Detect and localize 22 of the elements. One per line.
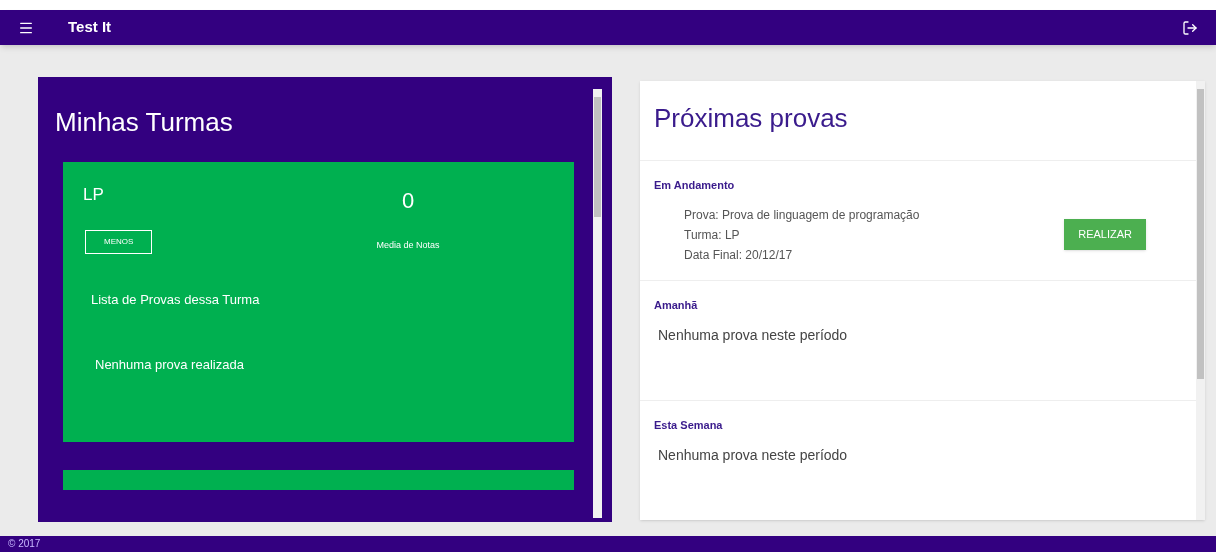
copyright-text: © 2017 [8, 537, 41, 552]
list-title: Lista de Provas dessa Turma [91, 290, 261, 309]
panel-title: Próximas provas [653, 102, 849, 136]
empty-message: Nenhuma prova realizada [95, 356, 245, 375]
section-heading: Amanhã [653, 297, 699, 313]
logout-icon[interactable] [1182, 19, 1198, 36]
menos-button[interactable]: MENOS [85, 229, 153, 254]
panel-title: Minhas Turmas [55, 106, 234, 140]
exam-detail: Data Final: 20/12/17 [684, 246, 794, 264]
section-heading: Esta Semana [653, 417, 724, 433]
average-label: Media de Notas [376, 239, 440, 253]
average-value: 0 [401, 187, 415, 216]
exam-detail: Prova: Prova de linguagem de programação [684, 206, 921, 224]
section-heading: Em Andamento [653, 178, 736, 194]
realizar-button[interactable]: REALIZAR [1064, 219, 1146, 250]
scrollbar-thumb[interactable] [594, 97, 601, 218]
class-name: LP [83, 184, 104, 207]
empty-message: Nenhuma prova neste período [657, 326, 849, 346]
scrollbar-thumb[interactable] [1197, 89, 1204, 380]
empty-message: Nenhuma prova neste período [657, 446, 849, 466]
app-title: Test It [68, 17, 112, 38]
exam-detail: Turma: LP [684, 226, 741, 244]
